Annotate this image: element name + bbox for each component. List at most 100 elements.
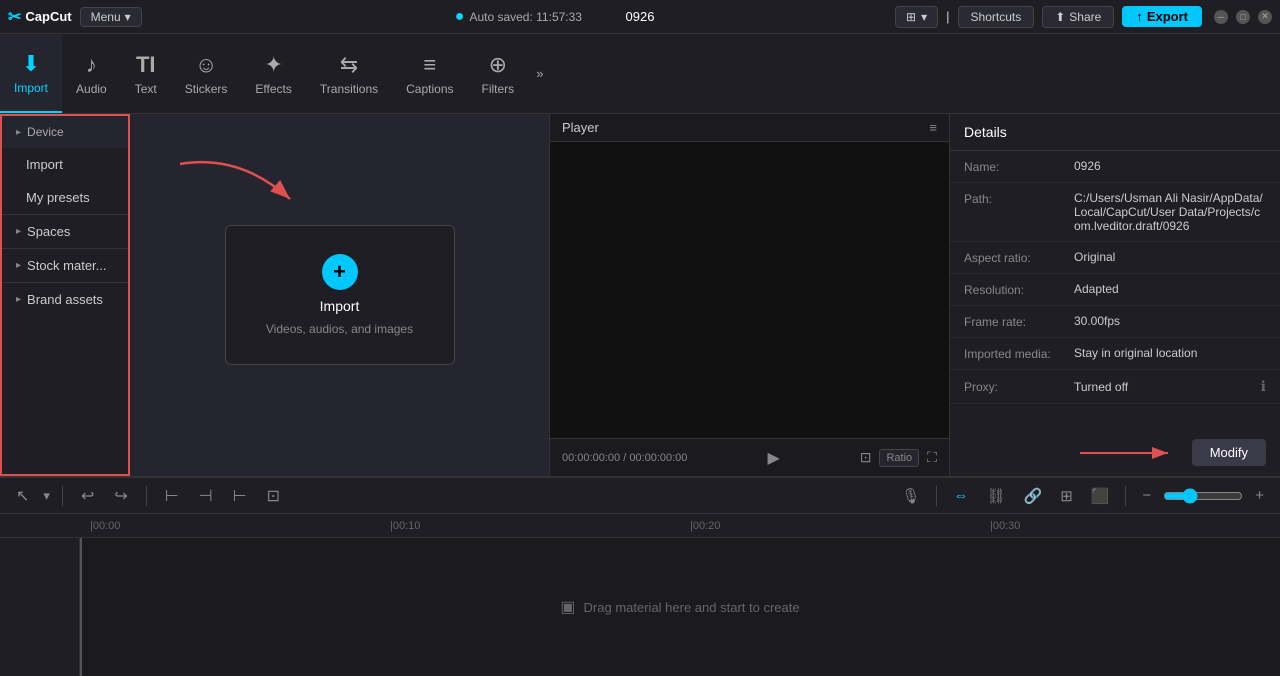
maximize-button[interactable]: □	[1236, 10, 1250, 24]
topbar-right: ⊞ ▾ | Shortcuts ⬆ Share ↑ Export ─ □ ✕	[895, 6, 1272, 28]
details-label-path: Path:	[964, 191, 1074, 206]
export-label: Export	[1147, 9, 1188, 24]
toolbar-stickers[interactable]: ☺ Stickers	[171, 34, 242, 113]
zoom-in-button[interactable]: +	[1249, 483, 1270, 508]
track-area: ▣ Drag material here and start to create	[80, 538, 1280, 676]
details-row-proxy: Proxy: Turned off ℹ	[950, 370, 1280, 404]
sidebar-item-spaces[interactable]: ▸ Spaces	[2, 215, 128, 248]
details-value-path: C:/Users/Usman Ali Nasir/AppData/Local/C…	[1074, 191, 1266, 233]
ratio-button[interactable]: Ratio	[879, 449, 919, 467]
text-icon: TI	[136, 52, 156, 78]
modify-arrow-annotation	[1080, 443, 1180, 463]
filters-icon: ⊕	[489, 52, 507, 78]
details-label-resolution: Resolution:	[964, 282, 1074, 297]
player-time-current: 00:00:00:00	[562, 452, 620, 464]
select-chevron-icon[interactable]: ▾	[43, 488, 50, 504]
details-value-resolution: Adapted	[1074, 282, 1266, 296]
player-play-button[interactable]: ▶	[767, 448, 779, 468]
select-tool-button[interactable]: ↖	[10, 484, 35, 508]
sidebar-item-brand-assets[interactable]: ▸ Brand assets	[2, 283, 128, 316]
spaces-label: Spaces	[27, 224, 70, 239]
details-value-aspect: Original	[1074, 250, 1266, 264]
fullscreen-fit-icon[interactable]: ⊡	[860, 449, 872, 466]
drag-hint: ▣ Drag material here and start to create	[560, 597, 799, 617]
player-screen	[550, 142, 949, 438]
details-label-imported-media: Imported media:	[964, 346, 1074, 361]
transitions-label: Transitions	[320, 82, 378, 96]
sidebar-item-my-presets[interactable]: My presets	[2, 181, 128, 214]
import-sidebar-label: Import	[26, 157, 63, 172]
menu-chevron-icon: ▾	[125, 10, 131, 24]
project-name: 0926	[626, 9, 655, 24]
ruler-mark-3: |00:30	[990, 520, 1020, 532]
trim-end-button[interactable]: ⊢	[227, 484, 253, 508]
import-label: Import	[14, 81, 48, 95]
sidebar-item-import[interactable]: Import	[2, 148, 128, 181]
details-label-name: Name:	[964, 159, 1074, 174]
player-panel: Player ≡ 00:00:00:00 / 00:00:00:00 ▶ ⊡ R…	[550, 114, 950, 476]
chain-button[interactable]: 🔗	[1018, 483, 1049, 509]
more-icon: »	[536, 66, 543, 81]
player-controls: 00:00:00:00 / 00:00:00:00 ▶ ⊡ Ratio ⛶	[550, 438, 949, 476]
sidebar-item-stock-material[interactable]: ▸ Stock mater...	[2, 249, 128, 282]
divider: |	[946, 9, 949, 24]
zoom-out-button[interactable]: −	[1136, 483, 1157, 508]
ruler-mark-1: |00:10	[390, 520, 420, 532]
align-button[interactable]: ⊞	[1054, 483, 1079, 509]
toolbar-transitions[interactable]: ⇆ Transitions	[306, 34, 392, 113]
player-menu-icon[interactable]: ≡	[929, 120, 937, 135]
toolbar-text[interactable]: TI Text	[121, 34, 171, 113]
magnet-button[interactable]: ⇔	[947, 483, 974, 508]
layout-button[interactable]: ⊞ ▾	[895, 6, 938, 28]
mic-button[interactable]: 🎙	[895, 483, 926, 509]
redo-button[interactable]: ↪	[108, 484, 133, 508]
toolbar-captions[interactable]: ≡ Captions	[392, 34, 467, 113]
fullscreen-icon[interactable]: ⛶	[927, 449, 937, 466]
trim-start-button[interactable]: ⊣	[193, 484, 219, 508]
details-panel: Details Name: 0926 Path: C:/Users/Usman …	[950, 114, 1280, 476]
toolbar-import[interactable]: ⬇ Import	[0, 34, 62, 113]
caption-auto-button[interactable]: ⬛	[1085, 483, 1116, 509]
toolbar-filters[interactable]: ⊕ Filters	[468, 34, 529, 113]
player-time-total: 00:00:00:00	[629, 452, 687, 464]
sidebar-item-device[interactable]: ▸ Device	[2, 116, 128, 148]
undo-button[interactable]: ↩	[75, 484, 100, 508]
details-row-name: Name: 0926	[950, 151, 1280, 183]
filters-label: Filters	[482, 82, 515, 96]
timeline-ruler: |00:00 |00:10 |00:20 |00:30	[0, 514, 1280, 538]
brand-label: Brand assets	[27, 292, 103, 307]
import-icon: ⬇	[22, 51, 40, 77]
brand-arrow-icon: ▸	[16, 294, 21, 305]
menu-button[interactable]: Menu ▾	[80, 7, 142, 27]
drag-hint-text: Drag material here and start to create	[584, 600, 800, 615]
minimize-button[interactable]: ─	[1214, 10, 1228, 24]
ruler-mark-0: |00:00	[90, 520, 120, 532]
audio-icon: ♪	[86, 52, 97, 78]
details-row-aspect: Aspect ratio: Original	[950, 242, 1280, 274]
share-icon: ⬆	[1055, 10, 1065, 24]
toolbar-audio[interactable]: ♪ Audio	[62, 34, 121, 113]
link-button[interactable]: ⛓	[980, 483, 1011, 509]
proxy-info-icon[interactable]: ℹ	[1261, 378, 1266, 395]
topbar: ✂ CapCut Menu ▾ ● Auto saved: 11:57:33 0…	[0, 0, 1280, 34]
close-button[interactable]: ✕	[1258, 10, 1272, 24]
zoom-slider[interactable]	[1163, 488, 1243, 504]
import-drop-zone[interactable]: + Import Videos, audios, and images	[225, 225, 455, 365]
toolbar-more-button[interactable]: »	[528, 34, 551, 113]
player-right-controls: ⊡ Ratio ⛶	[860, 449, 937, 467]
split-button[interactable]: ⊢	[159, 484, 185, 508]
details-value-imported-media: Stay in original location	[1074, 346, 1266, 360]
crop-button[interactable]: ⊡	[261, 484, 286, 508]
modify-button[interactable]: Modify	[1192, 439, 1266, 466]
toolbar-effects[interactable]: ✦ Effects	[241, 34, 305, 113]
export-button[interactable]: ↑ Export	[1122, 6, 1202, 27]
shortcuts-button[interactable]: Shortcuts	[958, 6, 1035, 28]
sidebar: ▸ Device Import My presets ▸ Spaces ▸ St…	[0, 114, 130, 476]
import-arrow-annotation	[160, 144, 320, 224]
share-button[interactable]: ⬆ Share	[1042, 6, 1114, 28]
timeline-body: ▣ Drag material here and start to create	[0, 538, 1280, 676]
stock-arrow-icon: ▸	[16, 260, 21, 271]
device-label: Device	[27, 125, 64, 139]
export-icon: ↑	[1136, 9, 1143, 24]
details-value-proxy: Turned off	[1074, 380, 1257, 394]
